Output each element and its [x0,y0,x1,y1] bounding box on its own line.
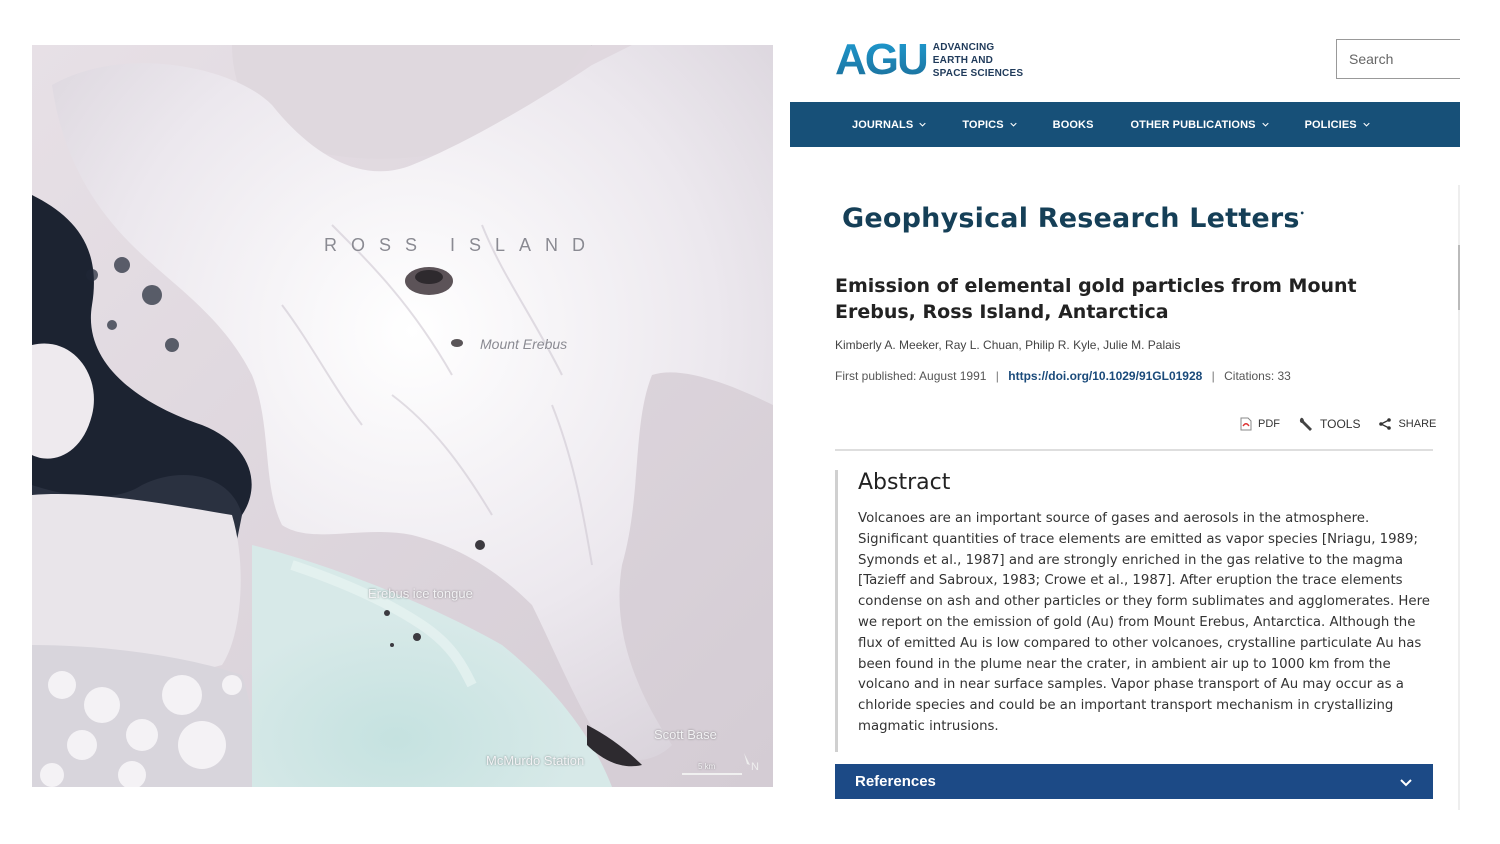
chevron-down-icon [919,122,926,127]
separator: | [995,369,999,383]
nav-journals[interactable]: JOURNALS [852,119,926,131]
map-label-scott-base: Scott Base [654,727,717,742]
map-label-mcmurdo-station: McMurdo Station [486,753,585,768]
nav-books-label: BOOKS [1052,118,1094,131]
search-input[interactable] [1336,39,1460,79]
tools-label: TOOLS [1320,417,1361,431]
chevron-down-icon [1400,778,1412,786]
satellite-map-graphic [32,45,773,787]
nav-policies[interactable]: POLICIES [1305,119,1370,131]
nav-other-publications-label: OTHER PUBLICATIONS [1130,118,1256,131]
nav-topics-label: TOPICS [962,118,1004,131]
nav-books[interactable]: BOOKS [1053,119,1094,131]
satellite-image: ROSS ISLAND Mount Erebus Erebus ice tong… [32,45,773,787]
published-date: First published: August 1991 [835,369,987,383]
journal-title-text: Geophysical Research Letters [842,203,1300,234]
agu-logo-mark: AGU [835,35,929,84]
separator: | [1211,369,1215,383]
svg-text:N: N [751,761,759,773]
abstract-section: Abstract Volcanoes are an important sour… [835,470,1436,752]
nav-journals-label: JOURNALS [852,118,914,131]
chevron-down-icon [1261,122,1269,127]
map-label-ross-island: ROSS ISLAND [324,235,600,255]
tools-button[interactable]: TOOLS [1298,416,1360,432]
scrollbar-thumb[interactable] [1458,245,1460,310]
chevron-down-icon [1363,122,1370,127]
share-button[interactable]: SHARE [1378,417,1436,431]
pdf-icon [1240,417,1252,431]
main-nav: JOURNALS TOPICS BOOKS OTHER PUBLICATIONS… [790,102,1460,147]
agu-logo-tagline: ADVANCING EARTH AND SPACE SCIENCES [933,41,1023,80]
abstract-heading: Abstract [858,470,951,495]
map-scale-label: 5 km [698,762,716,771]
wrench-icon [1299,417,1312,431]
citations-count[interactable]: Citations: 33 [1224,369,1291,383]
pdf-button[interactable]: PDF [1240,417,1280,431]
agu-article-page: AGU ADVANCING EARTH AND SPACE SCIENCES J… [790,0,1460,844]
references-label: References [855,773,936,790]
nav-other-publications[interactable]: OTHER PUBLICATIONS [1131,119,1269,131]
journal-title-mark: • [1299,209,1305,218]
journal-title[interactable]: Geophysical Research Letters• [842,203,1305,234]
nav-policies-label: POLICIES [1304,118,1357,131]
share-label: SHARE [1398,418,1437,430]
article-title: Emission of elemental gold particles fro… [835,275,1357,323]
article-tools: PDF TOOLS SHARE [1240,416,1436,432]
pdf-label: PDF [1258,418,1280,430]
share-icon [1379,418,1392,430]
publication-info: First published: August 1991 | https://d… [835,369,1291,383]
doi-link[interactable]: https://doi.org/10.1029/91GL01928 [1008,369,1202,383]
map-label-erebus-ice-tongue: Erebus ice tongue [368,586,473,601]
tagline-line-3: SPACE SCIENCES [932,67,1024,79]
abstract-text: Volcanoes are an important source of gas… [858,511,1430,734]
agu-logo[interactable]: AGU ADVANCING EARTH AND SPACE SCIENCES [835,38,1023,82]
map-label-mount-erebus: Mount Erebus [480,336,568,352]
divider [835,449,1433,451]
chevron-down-icon [1010,122,1017,127]
article-authors[interactable]: Kimberly A. Meeker, Ray L. Chuan, Philip… [835,338,1180,352]
nav-topics[interactable]: TOPICS [962,118,1017,131]
references-accordion[interactable]: References [835,764,1433,799]
tagline-line-2: EARTH AND [932,54,994,66]
north-arrow-icon: N [744,753,759,773]
tagline-line-1: ADVANCING [932,41,995,53]
